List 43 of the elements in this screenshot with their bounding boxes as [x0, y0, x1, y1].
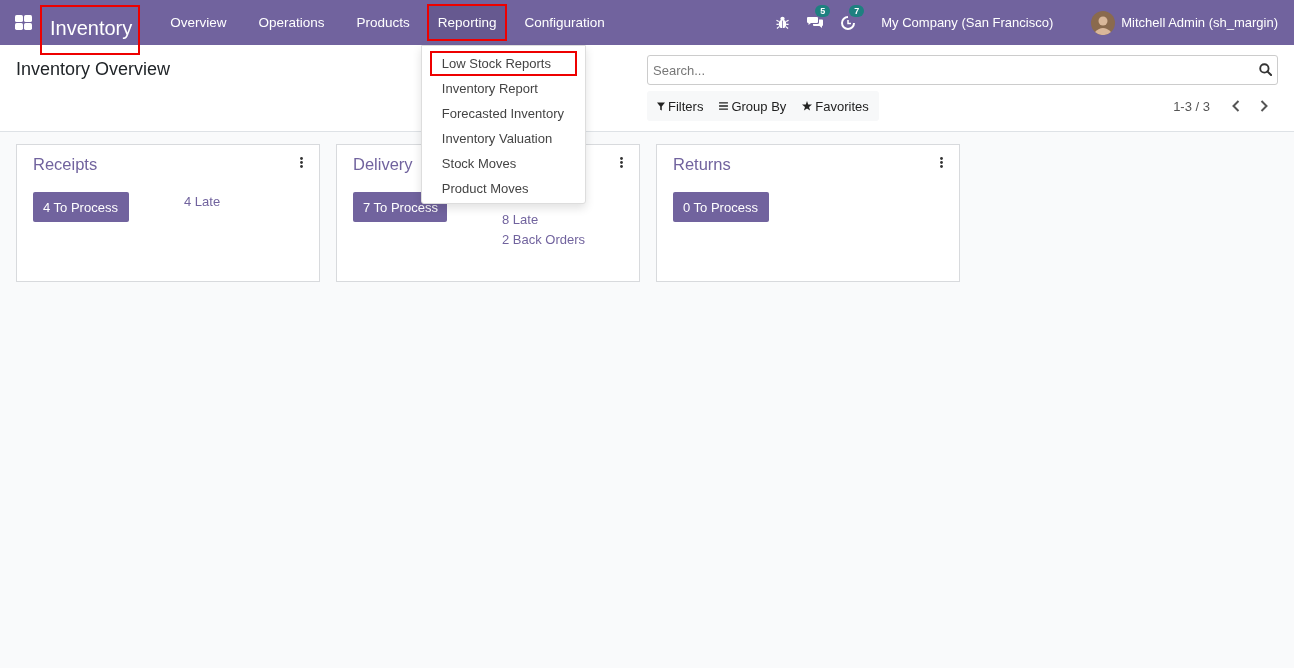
dropdown-item[interactable]: Inventory Valuation: [429, 126, 577, 151]
filter-icon: [657, 101, 665, 111]
search-icon[interactable]: [1259, 63, 1272, 76]
dropdown-item[interactable]: Inventory Report: [429, 76, 577, 101]
nav-menu-item[interactable]: Operations: [242, 0, 341, 45]
card-link[interactable]: 8 Late: [502, 212, 586, 228]
chat-icon[interactable]: [807, 16, 824, 29]
nav-menu-item[interactable]: Configuration: [508, 0, 621, 45]
app-brand-link[interactable]: Inventory: [40, 5, 141, 55]
nav-menu-item[interactable]: Products: [340, 0, 426, 45]
more-vertical-icon[interactable]: [620, 157, 623, 168]
more-vertical-icon[interactable]: [940, 157, 943, 168]
search-option-button[interactable]: Group By: [711, 94, 795, 118]
search-option-button[interactable]: Filters: [649, 94, 712, 118]
apps-grid-icon[interactable]: [15, 15, 32, 30]
star-icon: [802, 101, 813, 111]
company-switcher[interactable]: My Company (San Francisco): [881, 15, 1054, 30]
search-option-button[interactable]: Favorites: [794, 94, 877, 118]
nav-menu-item[interactable]: Overview: [154, 0, 243, 45]
card-link[interactable]: 2 Back Orders: [502, 232, 586, 248]
card-link[interactable]: 4 Late: [184, 194, 221, 210]
dropdown-item[interactable]: Low Stock Reports: [429, 51, 577, 76]
pager-value: 1-3 / 3: [1173, 98, 1210, 114]
card-title[interactable]: Returns: [673, 155, 731, 174]
dropdown-item[interactable]: Forecasted Inventory: [429, 101, 577, 126]
dropdown-item[interactable]: Stock Moves: [429, 151, 577, 176]
bug-icon[interactable]: [776, 16, 790, 29]
to-process-button[interactable]: 4 To Process: [33, 192, 129, 222]
user-menu[interactable]: Mitchell Admin (sh_margin): [1121, 15, 1278, 30]
chevron-right-icon[interactable]: [1260, 100, 1268, 112]
nav-menu-item[interactable]: Reporting: [426, 4, 508, 41]
card-title[interactable]: Receipts: [33, 155, 98, 174]
avatar-icon[interactable]: [1091, 10, 1116, 35]
count-badge: 7: [849, 4, 865, 17]
list-icon: [719, 102, 729, 110]
card-title[interactable]: Delivery: [353, 155, 413, 174]
count-badge: 5: [815, 5, 831, 17]
page-title: Inventory Overview: [16, 59, 171, 80]
more-vertical-icon[interactable]: [300, 157, 303, 168]
clock-icon[interactable]: [841, 15, 856, 30]
to-process-button[interactable]: 0 To Process: [673, 192, 769, 222]
chevron-left-icon[interactable]: [1232, 100, 1240, 112]
search-field[interactable]: Search...: [647, 55, 1278, 85]
